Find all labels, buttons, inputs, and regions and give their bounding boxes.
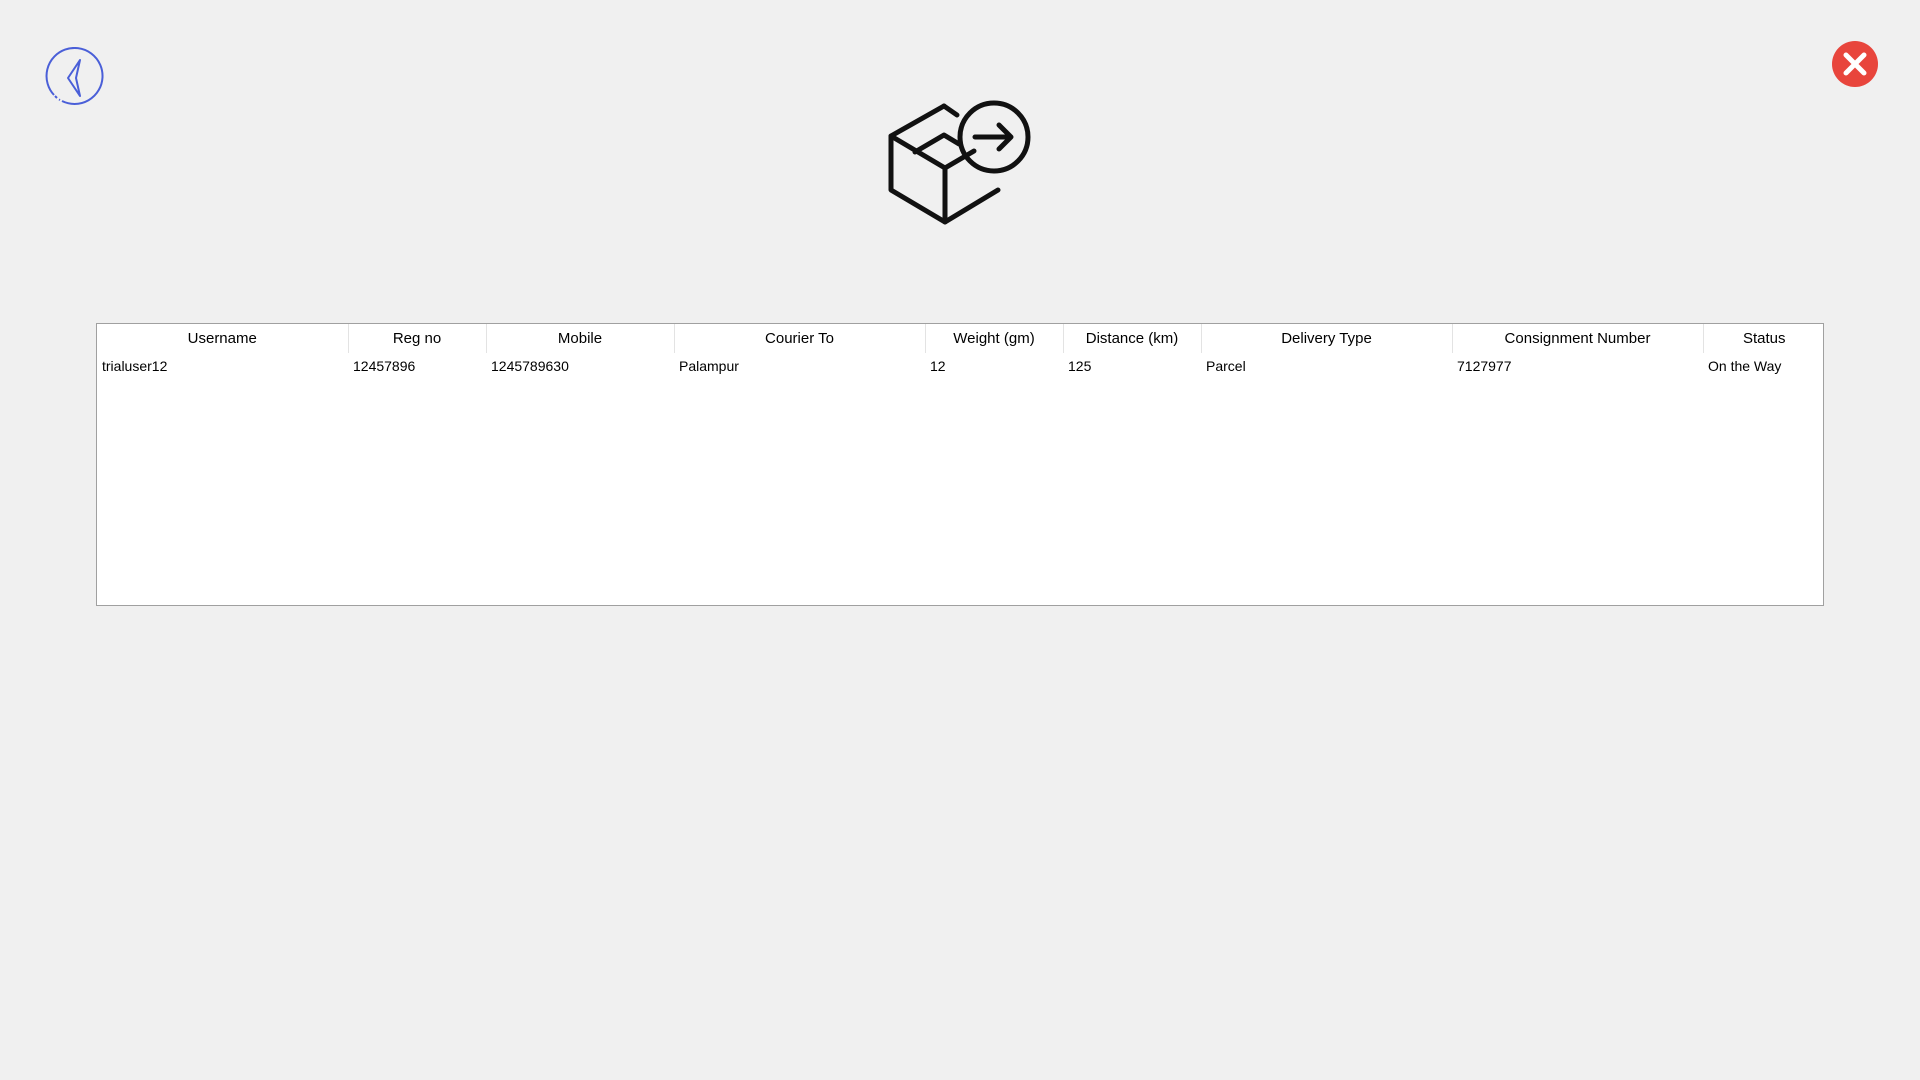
column-header-courier-to[interactable]: Courier To <box>674 324 926 353</box>
cell-username[interactable]: trialuser12 <box>97 353 348 379</box>
package-send-logo <box>886 98 1032 228</box>
column-header-delivery-type[interactable]: Delivery Type <box>1201 324 1453 353</box>
column-header-consignment-number[interactable]: Consignment Number <box>1452 324 1704 353</box>
table-row[interactable]: trialuser12 12457896 1245789630 Palampur… <box>97 353 1823 379</box>
cell-weight[interactable]: 12 <box>925 353 1063 379</box>
column-header-weight[interactable]: Weight (gm) <box>925 324 1064 353</box>
close-button[interactable] <box>1831 40 1879 88</box>
cell-distance[interactable]: 125 <box>1063 353 1201 379</box>
chevron-left-circle-icon <box>45 46 104 105</box>
back-button[interactable] <box>42 46 104 109</box>
column-header-username[interactable]: Username <box>97 324 349 353</box>
column-header-status[interactable]: Status <box>1703 324 1823 353</box>
column-header-mobile[interactable]: Mobile <box>486 324 675 353</box>
cell-delivery-type[interactable]: Parcel <box>1201 353 1452 379</box>
cell-mobile[interactable]: 1245789630 <box>486 353 674 379</box>
column-header-reg-no[interactable]: Reg no <box>348 324 487 353</box>
package-send-icon <box>888 100 1031 225</box>
cell-courier-to[interactable]: Palampur <box>674 353 925 379</box>
column-header-distance[interactable]: Distance (km) <box>1063 324 1202 353</box>
cell-consignment-number[interactable]: 7127977 <box>1452 353 1703 379</box>
close-circle-icon <box>1832 41 1878 87</box>
consignment-table[interactable]: Username Reg no Mobile Courier To Weight… <box>96 323 1824 606</box>
cell-status[interactable]: On the Way <box>1703 353 1823 379</box>
cell-reg-no[interactable]: 12457896 <box>348 353 486 379</box>
table-header-row: Username Reg no Mobile Courier To Weight… <box>97 324 1823 353</box>
